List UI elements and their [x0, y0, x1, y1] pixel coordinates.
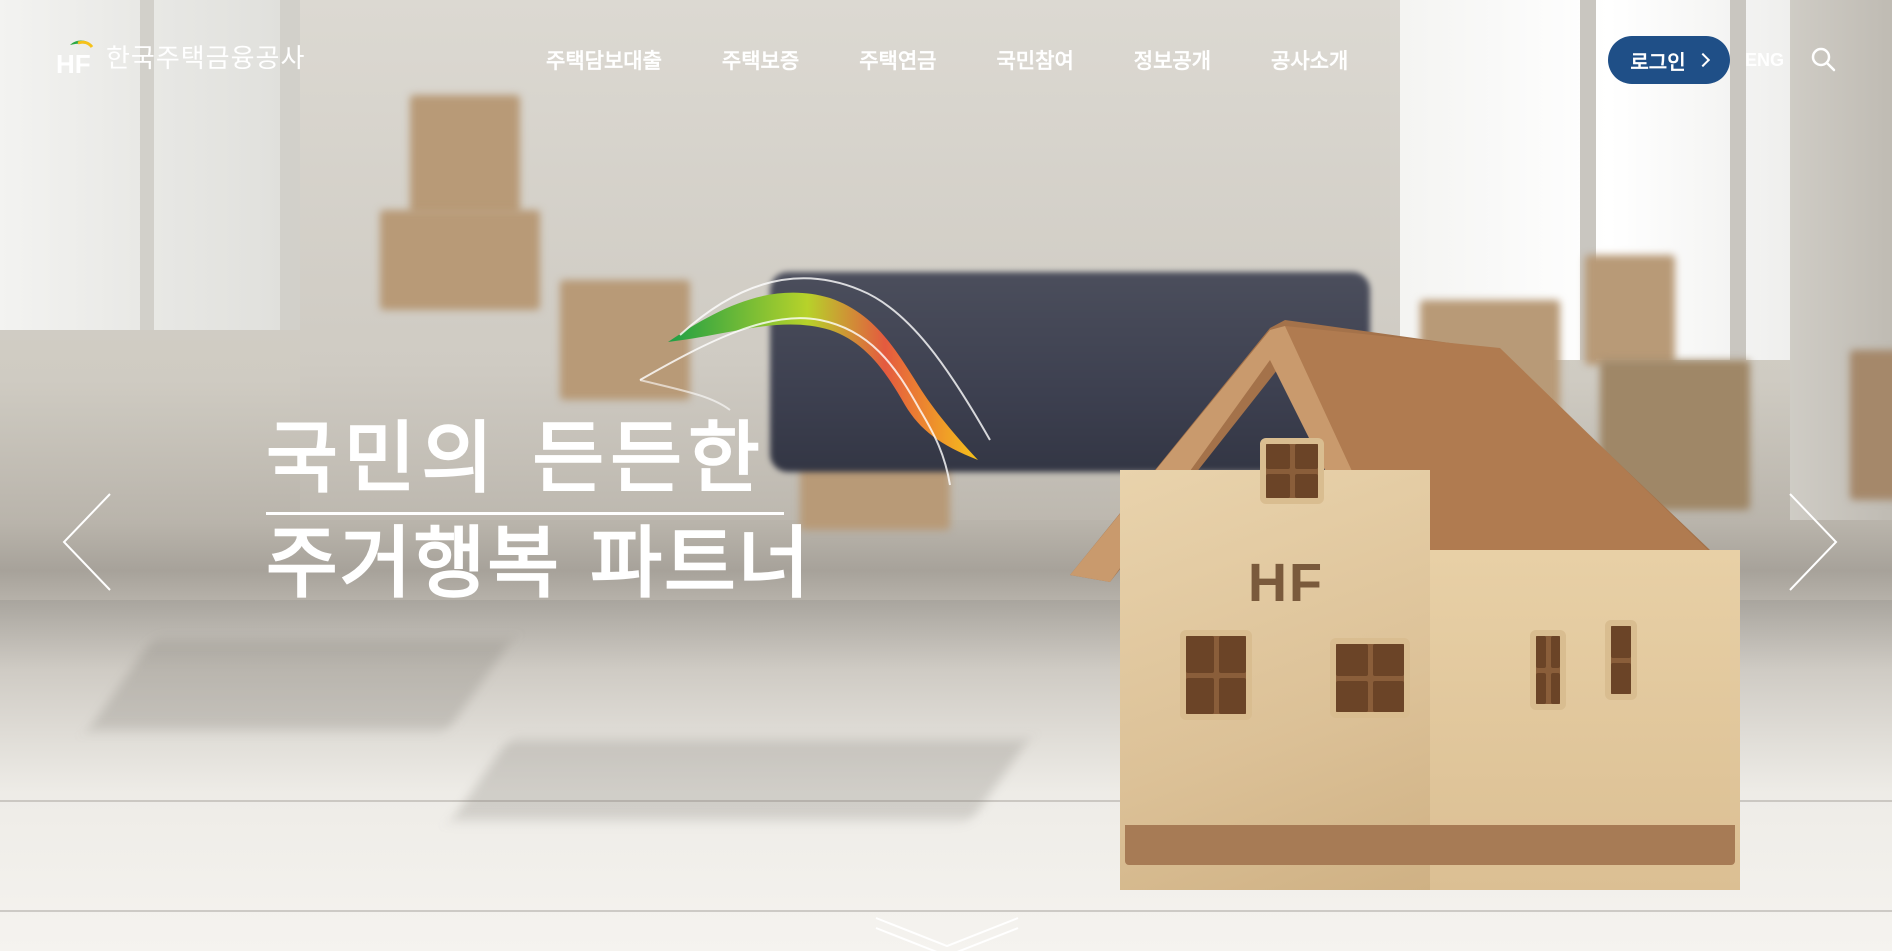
headline-divider: [266, 512, 784, 515]
house-window: [1530, 630, 1566, 710]
moving-box: [1850, 350, 1892, 500]
login-button[interactable]: 로그인: [1608, 36, 1730, 84]
house-logo: HF: [1248, 553, 1324, 613]
nav-item-pension[interactable]: 주택연금: [829, 44, 966, 78]
hero-headline: 국민의 든든한 주거행복 파트너: [266, 420, 811, 603]
language-toggle[interactable]: ENG: [1745, 50, 1784, 71]
nav-item-participation[interactable]: 국민참여: [966, 44, 1103, 78]
scroll-down-icon[interactable]: [872, 912, 1022, 951]
headline-line1: 국민의 든든한: [266, 414, 766, 504]
main-nav: 주택담보대출 주택보증 주택연금 국민참여 정보공개 공사소개: [516, 44, 1378, 78]
site-header: HF 한국주택금융공사 주택담보대출 주택보증 주택연금 국민참여 정보공개 공…: [0, 0, 1892, 120]
nav-item-mortgage[interactable]: 주택담보대출: [516, 44, 692, 78]
search-icon[interactable]: [1810, 46, 1838, 74]
chevron-right-icon[interactable]: [1780, 492, 1840, 592]
nav-item-disclosure[interactable]: 정보공개: [1104, 44, 1241, 78]
hf-logo-icon: HF: [56, 40, 94, 75]
headline-line2: 주거행복 파트너: [266, 519, 812, 609]
chevron-left-icon[interactable]: [60, 492, 120, 592]
login-label: 로그인: [1630, 49, 1686, 74]
house-base: [1125, 825, 1735, 865]
svg-text:HF: HF: [56, 49, 91, 75]
nav-item-guarantee[interactable]: 주택보증: [692, 44, 829, 78]
nav-item-about[interactable]: 공사소개: [1241, 44, 1378, 78]
house-window: [1260, 438, 1324, 504]
house-window: [1180, 630, 1252, 720]
moving-box: [380, 210, 540, 310]
house-window: [1605, 620, 1637, 700]
house-model: HF: [1070, 320, 1740, 900]
house-window: [1330, 638, 1410, 718]
brand-logo[interactable]: HF 한국주택금융공사: [56, 38, 305, 75]
brand-name: 한국주택금융공사: [106, 44, 306, 74]
chevron-right-icon: [1695, 52, 1710, 68]
